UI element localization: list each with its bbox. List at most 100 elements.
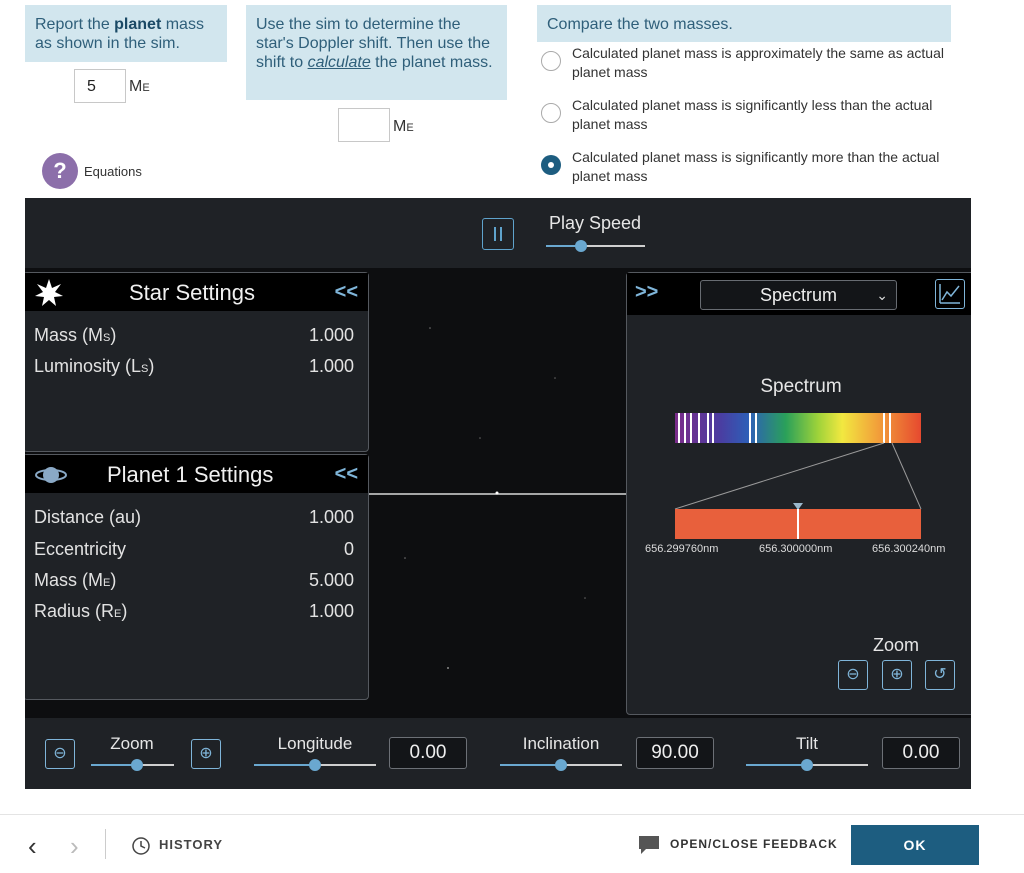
spectrum-dropdown[interactable]: Spectrum ⌄	[700, 280, 897, 310]
longitude-input[interactable]: 0.00	[389, 737, 467, 769]
absorption-line	[684, 413, 686, 443]
star-speck	[479, 437, 481, 439]
spectrum-zoom-out-icon[interactable]: ⊖	[838, 660, 868, 690]
inclination-fill	[500, 764, 561, 766]
view-zoom-knob[interactable]	[130, 759, 143, 771]
q2-unit: ME	[393, 118, 414, 136]
play-speed-knob[interactable]	[574, 240, 587, 252]
inclination-input[interactable]: 90.00	[636, 737, 714, 769]
help-icon[interactable]: ?	[42, 153, 78, 189]
q1-unit-sub: E	[142, 82, 150, 94]
q3-title: Compare the two masses.	[547, 16, 733, 33]
planet-eccentricity-value: 0	[343, 539, 354, 559]
view-zoom-out-icon[interactable]: ⊖	[45, 739, 75, 769]
planet-mass-row: Mass (ME) 5.000	[34, 570, 354, 591]
q2-unit-text: M	[393, 118, 407, 135]
spectrum-reset-icon[interactable]: ↺	[925, 660, 955, 690]
star-luminosity-label: Luminosity (L	[34, 356, 142, 376]
radio-option-same[interactable]	[541, 51, 561, 71]
feedback-button[interactable]: OPEN/CLOSE FEEDBACK	[670, 837, 838, 851]
star-luminosity-value: 1.000	[308, 356, 354, 376]
absorption-line	[889, 413, 891, 443]
graph-icon-glyph	[939, 284, 960, 304]
absorption-line	[883, 413, 885, 443]
spectrum-expand-button[interactable]: >>	[635, 281, 658, 304]
spectrum-bar	[675, 413, 921, 443]
planet-settings-header: Planet 1 Settings <<	[25, 455, 368, 493]
star-collapse-button[interactable]: <<	[335, 281, 358, 304]
tilt-knob[interactable]	[801, 759, 813, 771]
longitude-slider[interactable]	[254, 759, 376, 771]
star-luminosity-close: )	[148, 356, 155, 376]
q2-line2: the planet mass.	[370, 54, 493, 71]
spectrum-zoom-in-icon[interactable]: ⊕	[882, 660, 912, 690]
star-speck	[554, 377, 556, 379]
planet-mass-value: 5.000	[308, 570, 354, 590]
star-luminosity-row: Luminosity (LS) 1.000	[34, 356, 354, 377]
equations-link[interactable]: Equations	[84, 164, 142, 179]
forward-arrow-icon[interactable]: ›	[70, 831, 79, 862]
back-arrow-icon[interactable]: ‹	[28, 831, 37, 862]
view-zoom-slider[interactable]	[91, 759, 174, 771]
simulation-area: Play Speed Star Settings << Mass (MS) 1.0…	[25, 198, 971, 789]
star-speck	[447, 667, 449, 669]
tilt-input[interactable]: 0.00	[882, 737, 960, 769]
ok-button[interactable]: OK	[851, 825, 979, 865]
history-icon	[132, 837, 150, 855]
inclination-slider[interactable]	[500, 759, 622, 771]
planet-dot	[495, 491, 499, 495]
planet-radius-row: Radius (RE) 1.000	[34, 601, 354, 622]
radio-option-less[interactable]	[541, 103, 561, 123]
planet-distance-value: 1.000	[308, 507, 354, 527]
history-button[interactable]: HISTORY	[159, 837, 223, 852]
zoomed-absorption-line	[797, 509, 799, 539]
star-icon	[35, 279, 63, 306]
star-settings-panel: Star Settings << Mass (MS) 1.000 Luminosi…	[25, 272, 369, 452]
sim-top-bar: Play Speed	[25, 198, 971, 268]
spectrum-zoom-label: Zoom	[873, 635, 920, 655]
planet-eccentricity-row: Eccentricity 0	[34, 539, 354, 560]
longitude-fill	[254, 764, 315, 766]
star-speck	[404, 557, 406, 559]
play-speed-label: Play Speed	[548, 213, 642, 233]
tilt-label: Tilt	[795, 734, 819, 753]
tilt-slider[interactable]	[746, 759, 868, 771]
calculated-mass-input[interactable]	[338, 108, 390, 142]
wavelength-center-label: 656.300000nm	[759, 543, 833, 555]
star-mass-label: Mass (M	[34, 325, 103, 345]
question-2-prompt: Use the sim to determine the star's Dopp…	[246, 5, 507, 100]
star-mass-value: 1.000	[308, 325, 354, 345]
spectrum-title: Spectrum	[760, 376, 842, 397]
view-zoom-label: Zoom	[110, 734, 154, 753]
spectrum-panel: >> Spectrum ⌄ Spectrum 656.299760nm 656.…	[626, 272, 971, 715]
planet-eccentricity-label: Eccentricity	[34, 539, 127, 559]
planet-mass-label: Mass (M	[34, 570, 103, 590]
planet-collapse-button[interactable]: <<	[335, 463, 358, 486]
question-1-prompt: Report the planet mass as shown in the s…	[25, 5, 227, 62]
pause-button[interactable]	[482, 218, 514, 250]
wavelength-right-label: 656.300240nm	[872, 543, 946, 555]
longitude-knob[interactable]	[309, 759, 321, 771]
planet-mass-input[interactable]: 5	[74, 69, 126, 103]
tilt-fill	[746, 764, 807, 766]
inclination-knob[interactable]	[555, 759, 567, 771]
inclination-label: Inclination	[522, 734, 600, 753]
graph-icon[interactable]	[935, 279, 965, 309]
wavelength-left-label: 656.299760nm	[645, 543, 719, 555]
planet-mass-close: )	[110, 570, 117, 590]
planet-distance-row: Distance (au) 1.000	[34, 507, 354, 528]
planet-settings-panel: Planet 1 Settings << Distance (au) 1.000 …	[25, 454, 369, 700]
planet-radius-value: 1.000	[308, 601, 354, 621]
view-zoom-in-icon[interactable]: ⊕	[191, 739, 221, 769]
spectrum-dropdown-value: Spectrum	[759, 285, 838, 305]
absorption-line	[755, 413, 757, 443]
star-settings-title: Star Settings	[129, 280, 255, 305]
absorption-line	[690, 413, 692, 443]
option-same-label: Calculated planet mass is approximately …	[572, 45, 944, 80]
q2-emphasis: calculate	[307, 54, 371, 71]
play-speed-slider[interactable]	[546, 240, 645, 252]
option-more-label: Calculated planet mass is significantly …	[572, 149, 940, 184]
footer-bar: ‹ › HISTORY OPEN/CLOSE FEEDBACK OK	[0, 814, 1024, 873]
absorption-line	[678, 413, 680, 443]
radio-option-more[interactable]	[541, 155, 561, 175]
